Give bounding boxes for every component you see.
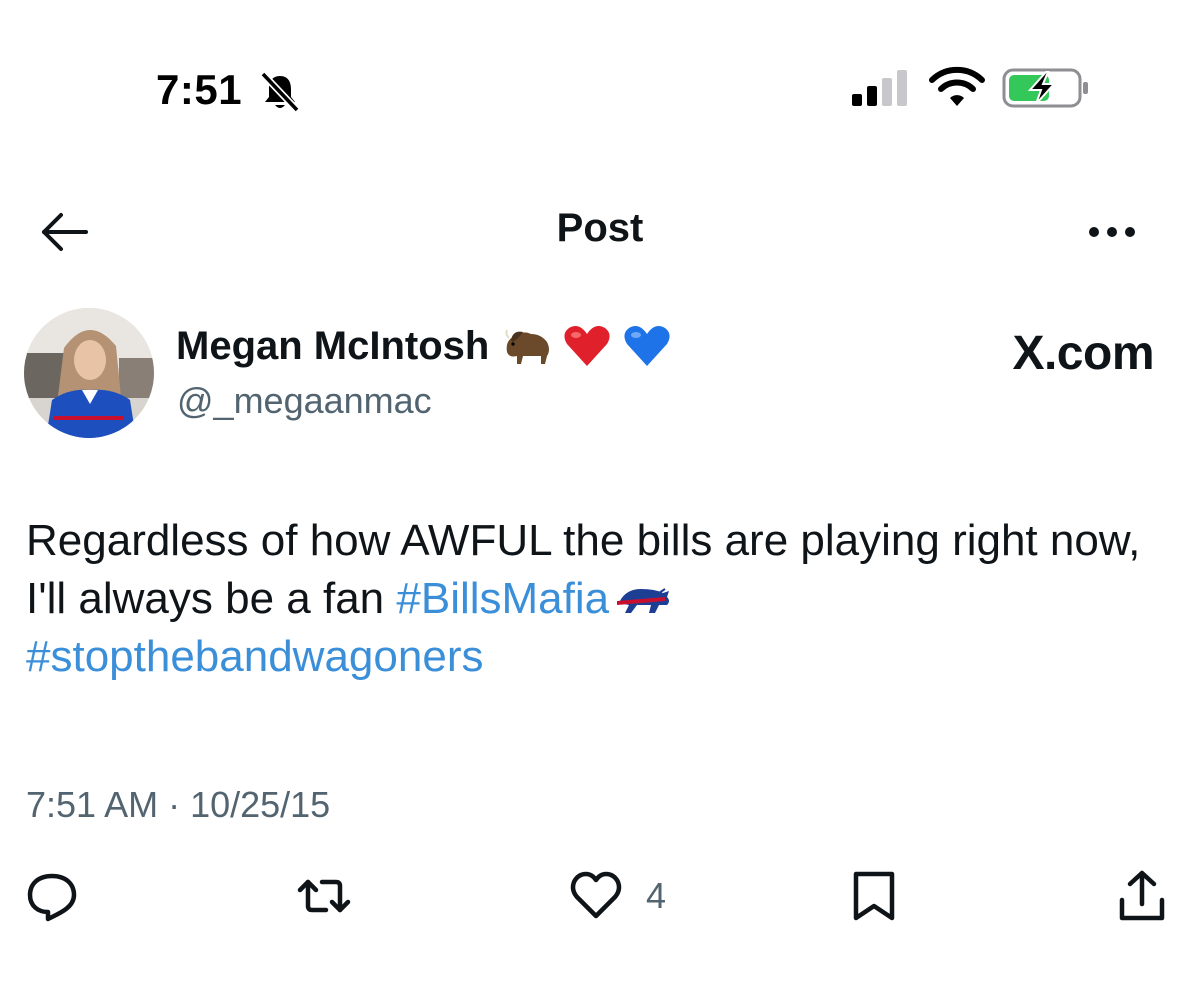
- author-name-text: Megan McIntosh: [176, 323, 490, 368]
- hashtag-billsmafia[interactable]: #BillsMafia: [396, 574, 609, 623]
- hashtag-stopthebandwagoners[interactable]: #stopthebandwagoners: [26, 632, 483, 681]
- heart-outline-icon: [570, 871, 622, 919]
- bison-emoji-icon: [505, 329, 550, 364]
- red-heart-emoji-icon: [564, 326, 610, 366]
- reply-bubble-icon: [27, 873, 77, 922]
- tweet-timestamp[interactable]: 7:51 AM · 10/25/15: [26, 784, 330, 826]
- cellular-signal-icon: [850, 68, 912, 106]
- bookmark-button[interactable]: [846, 866, 902, 926]
- more-dots-icon: [1089, 227, 1135, 237]
- buffalo-bills-logo-icon: [617, 588, 670, 613]
- bell-slash-icon: [258, 70, 302, 114]
- like-button[interactable]: 4: [568, 866, 666, 926]
- repost-arrows-icon: [297, 879, 351, 913]
- battery-charging-icon: [1002, 68, 1092, 108]
- tweet-text: Regardless of how AWFUL the bills are pl…: [26, 512, 1176, 686]
- xcom-watermark: X.com: [1012, 327, 1154, 380]
- author-name[interactable]: Megan McIntosh: [176, 322, 673, 370]
- more-options-button[interactable]: [1082, 212, 1142, 252]
- share-upload-icon: [1119, 870, 1165, 921]
- avatar[interactable]: [24, 308, 154, 438]
- blue-heart-emoji-icon: [624, 326, 670, 366]
- author-handle[interactable]: @_megaanmac: [177, 380, 432, 422]
- wifi-icon: [928, 64, 986, 108]
- repost-button[interactable]: [296, 866, 352, 926]
- like-count: 4: [646, 875, 667, 916]
- bookmark-icon: [853, 871, 895, 921]
- share-button[interactable]: [1114, 866, 1170, 926]
- page-title: Post: [556, 206, 644, 250]
- reply-button[interactable]: [24, 866, 80, 926]
- status-bar-time: 7:51: [156, 66, 243, 113]
